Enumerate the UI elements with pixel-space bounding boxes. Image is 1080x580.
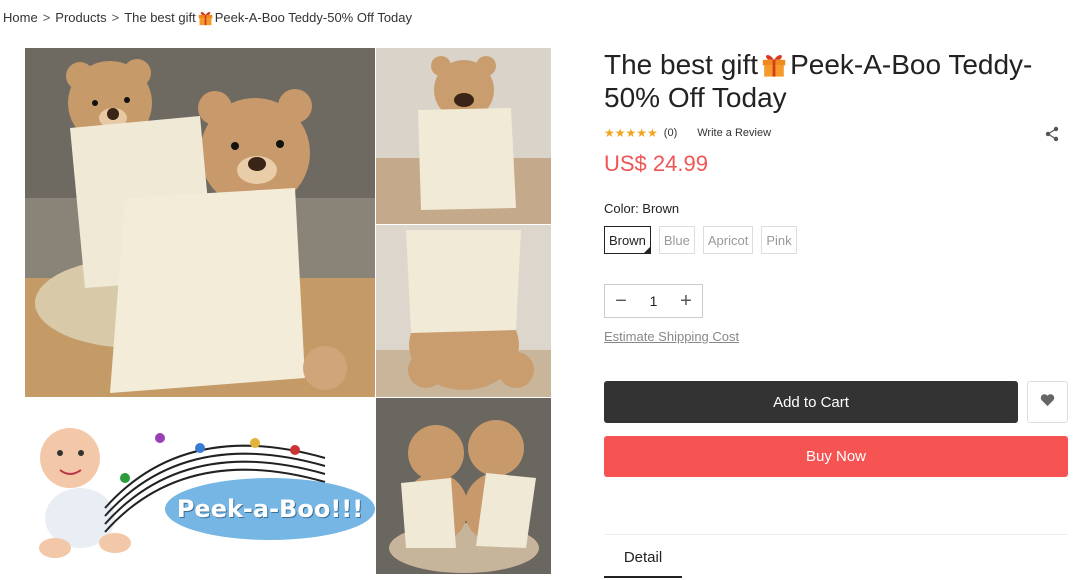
breadcrumb-current-prefix: The best gift xyxy=(124,10,196,25)
breadcrumb: Home > Products > The best gift Peek-A-B… xyxy=(3,9,412,26)
gift-icon xyxy=(197,9,214,26)
heart-icon xyxy=(1040,393,1055,412)
breadcrumb-separator: > xyxy=(111,10,120,25)
product-title: The best gift Peek-A-Boo Teddy-50% Off To… xyxy=(604,48,1070,114)
wishlist-button[interactable] xyxy=(1027,381,1068,423)
breadcrumb-separator: > xyxy=(42,10,51,25)
product-price: US$ 24.99 xyxy=(604,151,708,176)
product-photo-thumb-4[interactable] xyxy=(376,398,551,574)
quantity-stepper: − 1 + xyxy=(604,284,703,318)
product-gallery: Peek-a-Boo!!! xyxy=(25,48,551,574)
product-photo-thumb-1[interactable] xyxy=(376,48,551,224)
estimate-shipping-link[interactable]: Estimate Shipping Cost xyxy=(604,329,739,344)
breadcrumb-products[interactable]: Products xyxy=(55,10,106,25)
section-divider xyxy=(604,534,1068,535)
product-title-prefix: The best gift xyxy=(604,49,759,80)
color-label: Color: Brown xyxy=(604,201,680,216)
rating-stars: ★★★★★ xyxy=(604,126,658,140)
quantity-value[interactable]: 1 xyxy=(650,293,658,309)
color-option-brown[interactable]: Brown xyxy=(604,226,651,254)
color-option-pink[interactable]: Pink xyxy=(761,226,797,254)
product-photo-thumb-3[interactable]: Peek-a-Boo!!! xyxy=(25,398,375,574)
product-info: The best gift Peek-A-Boo Teddy-50% Off To… xyxy=(604,48,1070,578)
color-option-apricot[interactable]: Apricot xyxy=(702,226,754,254)
peek-a-boo-label: Peek-a-Boo!!! xyxy=(165,478,375,540)
review-count: (0) xyxy=(663,127,678,139)
quantity-increase-button[interactable]: + xyxy=(678,291,694,311)
color-option-blue[interactable]: Blue xyxy=(658,226,695,254)
buy-now-button[interactable]: Buy Now xyxy=(604,436,1068,477)
rating-row: ★★★★★ (0) Write a Review xyxy=(604,126,1064,142)
add-to-cart-button[interactable]: Add to Cart xyxy=(604,381,1018,423)
write-review-link[interactable]: Write a Review xyxy=(697,127,771,139)
product-photo-thumb-2[interactable] xyxy=(376,225,551,397)
tab-detail[interactable]: Detail xyxy=(604,538,682,578)
quantity-decrease-button[interactable]: − xyxy=(613,291,629,311)
color-options: Brown Blue Apricot Pink xyxy=(604,226,797,254)
breadcrumb-home[interactable]: Home xyxy=(3,10,38,25)
share-icon[interactable] xyxy=(1044,126,1060,142)
product-photo-main[interactable] xyxy=(25,48,375,397)
gift-icon xyxy=(760,50,788,78)
breadcrumb-current-suffix: Peek-A-Boo Teddy-50% Off Today xyxy=(214,10,413,25)
